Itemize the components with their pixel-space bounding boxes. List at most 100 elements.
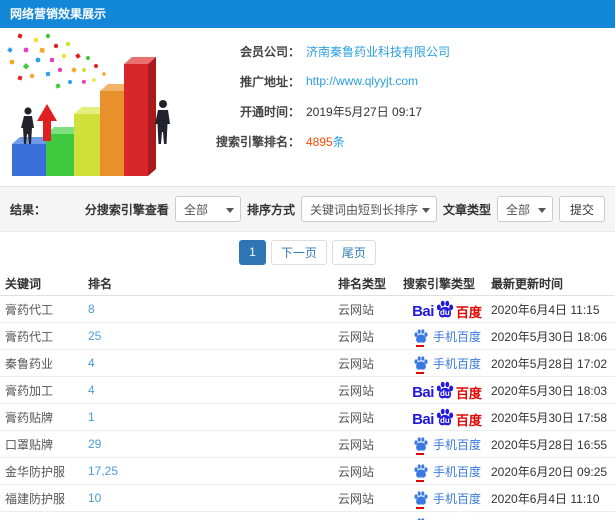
table-row: 金华防护服 17,25 云网站 手机百度 2020年6月20日 09:25 <box>0 458 615 485</box>
open-time-label: 开通时间： <box>239 104 300 119</box>
article-type-select[interactable]: 全部 <box>496 196 553 222</box>
rank-count-label: 搜索引擎排名： <box>215 134 300 149</box>
table-row: 口罩贴牌 29 云网站 手机百度 2020年5月28日 16:55 <box>0 431 615 458</box>
chevron-down-icon <box>225 208 234 213</box>
rank-cell[interactable]: 25 <box>88 329 338 343</box>
pagination-next[interactable]: 下一页 <box>270 239 327 265</box>
engine-filter-value: 全部 <box>183 202 208 217</box>
updated-cell: 2020年6月4日 11:15 <box>491 302 600 317</box>
rank-type-cell: 云网站 <box>338 410 375 425</box>
rank-type-cell: 云网站 <box>338 302 375 317</box>
info-row-rank-count: 搜索引擎排名： 4895条 <box>175 130 450 152</box>
keyword-cell: 秦鲁药业 <box>5 356 54 371</box>
engine-cell: 手机百度 <box>403 490 491 509</box>
updated-cell: 2020年5月30日 18:03 <box>491 383 608 398</box>
baidu-pc-logo: Bai du 百度 <box>412 299 482 319</box>
bar-chart-clipart <box>0 28 175 183</box>
baidu-mobile-logo: 手机百度 <box>413 463 481 482</box>
baidu-mobile-underline <box>415 507 424 509</box>
rank-count-unit: 条 <box>332 134 345 149</box>
baidu-mobile-label: 手机百度 <box>432 464 481 479</box>
engine-filter-select[interactable]: 全部 <box>174 196 241 222</box>
rank-cell[interactable]: 4 <box>88 383 338 397</box>
updated-cell: 2020年6月20日 09:25 <box>491 464 608 479</box>
baidu-logo-cn-text: 百度 <box>455 413 482 428</box>
baidu-logo-du-text: du <box>440 308 450 317</box>
rank-type-cell: 云网站 <box>338 464 375 479</box>
baidu-mobile-logo: 手机百度 <box>413 355 481 374</box>
bar-red <box>124 57 156 176</box>
filter-bar: 结果： 分搜索引擎查看 全部 排序方式 关键词由短到长排序 文章类型 全部 提交 <box>0 186 615 232</box>
page-title: 网络营销效果展示 <box>0 0 615 28</box>
baidu-mobile-label: 手机百度 <box>432 356 481 371</box>
rank-type-cell: 云网站 <box>338 356 375 371</box>
rank-count-value: 4895条 <box>306 133 345 150</box>
chevron-down-icon <box>537 208 546 213</box>
header-engine-type: 搜索引擎类型 <box>403 277 476 291</box>
company-label: 会员公司： <box>239 44 300 59</box>
confetti-dots <box>7 33 106 89</box>
table-row: 秦鲁药业 4 云网站 手机百度 2020年5月28日 17:02 <box>0 350 615 377</box>
sort-select[interactable]: 关键词由短到长排序 <box>300 196 437 222</box>
baidu-mobile-logo: 手机百度 <box>413 436 481 455</box>
header-rank-type: 排名类型 <box>338 277 387 291</box>
rank-cell[interactable]: 8 <box>88 302 338 316</box>
baidu-logo-cn-text: 百度 <box>455 386 482 401</box>
engine-cell: 手机百度 <box>403 328 491 347</box>
rank-type-cell: 云网站 <box>338 437 375 452</box>
keyword-cell: 金华防护服 <box>5 464 66 479</box>
baidu-paw-icon <box>414 437 428 451</box>
keyword-cell: 福建防护服 <box>5 491 66 506</box>
baidu-mobile-label: 手机百度 <box>432 491 481 506</box>
pagination-page-1[interactable]: 1 <box>239 239 266 265</box>
keyword-cell: 膏药代工 <box>5 329 54 344</box>
header-updated: 最新更新时间 <box>491 277 564 291</box>
keyword-cell: 膏药贴牌 <box>5 410 54 425</box>
engine-cell: Bai du 百度 <box>403 380 491 400</box>
baidu-pc-logo: Bai du 百度 <box>412 407 482 427</box>
info-section: 会员公司： 济南秦鲁药业科技有限公司 推广地址： http://www.qlyy… <box>0 28 615 186</box>
table-header-row: 关键词 排名 排名类型 搜索引擎类型 最新更新时间 <box>0 272 615 296</box>
result-label: 结果： <box>10 202 47 217</box>
businessman-right <box>155 100 170 144</box>
submit-button[interactable]: 提交 <box>558 196 605 222</box>
engine-cell: Bai du 百度 <box>403 299 491 319</box>
promo-url-link[interactable]: http://www.qlyyjt.com <box>306 74 418 88</box>
table-row: 膏药代工 25 云网站 手机百度 2020年5月30日 18:06 <box>0 323 615 350</box>
rank-cell[interactable]: 10 <box>88 491 338 505</box>
updated-cell: 2020年5月30日 17:58 <box>491 410 608 425</box>
sort-label: 排序方式 <box>246 202 295 217</box>
baidu-mobile-underline <box>415 453 424 455</box>
results-table: 关键词 排名 排名类型 搜索引擎类型 最新更新时间 膏药代工 8 云网站 Bai du 百… <box>0 272 615 520</box>
updated-cell: 2020年6月4日 11:10 <box>491 491 600 506</box>
keyword-cell: 口罩贴牌 <box>5 437 54 452</box>
company-info: 会员公司： 济南秦鲁药业科技有限公司 推广地址： http://www.qlyy… <box>175 28 450 186</box>
info-row-company: 会员公司： 济南秦鲁药业科技有限公司 <box>175 40 450 62</box>
article-type-value: 全部 <box>505 202 530 217</box>
engine-cell: 手机百度 <box>403 463 491 482</box>
page: 网络营销效果展示 会员公司： 济南秦鲁药业科技有限公司 推广地址： http:/… <box>0 0 615 520</box>
promo-url-label: 推广地址： <box>239 74 300 89</box>
baidu-mobile-underline <box>415 345 424 347</box>
rank-cell[interactable]: 17,25 <box>88 464 338 478</box>
baidu-logo-bai-text: Bai <box>412 303 434 320</box>
baidu-pc-logo: Bai du 百度 <box>412 380 482 400</box>
info-row-open-time: 开通时间： 2019年5月27日 09:17 <box>175 100 450 122</box>
rank-cell[interactable]: 1 <box>88 410 338 424</box>
pagination-last[interactable]: 尾页 <box>331 239 376 265</box>
table-row: 手机百度 <box>0 512 615 520</box>
rank-cell[interactable]: 4 <box>88 356 338 370</box>
updated-cell: 2020年5月28日 17:02 <box>491 356 608 371</box>
company-name-link[interactable]: 济南秦鲁药业科技有限公司 <box>306 43 450 60</box>
baidu-logo-cn-text: 百度 <box>455 305 482 320</box>
table-row: 膏药加工 4 云网站 Bai du 百度 2020年5月30日 18:03 <box>0 377 615 404</box>
engine-filter-label: 分搜索引擎查看 <box>84 202 169 217</box>
baidu-mobile-underline <box>415 480 424 482</box>
header-rank: 排名 <box>88 277 113 291</box>
baidu-logo-bai-text: Bai <box>412 384 434 401</box>
baidu-mobile-logo: 手机百度 <box>413 517 481 520</box>
baidu-paw-icon <box>414 329 428 343</box>
rank-cell[interactable]: 29 <box>88 437 338 451</box>
chevron-down-icon <box>421 208 430 213</box>
pagination: 1 下一页 尾页 <box>0 232 615 272</box>
